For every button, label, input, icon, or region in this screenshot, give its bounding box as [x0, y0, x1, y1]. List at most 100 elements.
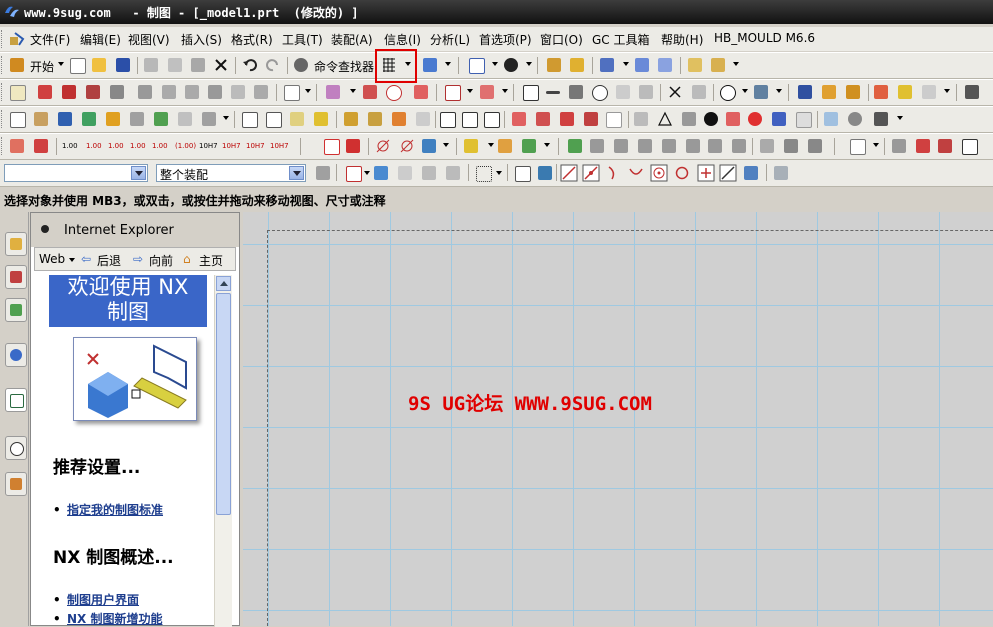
dim-radius-icon[interactable] [344, 137, 362, 155]
start-icon[interactable] [8, 56, 26, 74]
solid-icon[interactable] [420, 164, 438, 182]
shading-icon[interactable] [502, 56, 520, 74]
parts-list-icon[interactable] [963, 83, 981, 101]
drawing-canvas[interactable]: 9S UG论坛 WWW.9SUG.COM [243, 212, 993, 626]
trim-icon[interactable] [128, 110, 146, 128]
redo-icon[interactable] [264, 56, 282, 74]
fit-view-icon[interactable] [467, 56, 485, 74]
type-filter-dropdown[interactable] [4, 164, 148, 182]
menu-hb-mould[interactable]: HB_MOULD M6.6 [714, 31, 815, 45]
chevron-down-icon[interactable] [350, 89, 356, 93]
tolerance-limit[interactable]: 1.00 [152, 137, 172, 155]
history-tab[interactable] [5, 436, 27, 460]
start-button[interactable]: 开始 [30, 58, 54, 75]
menu-gc-toolbox[interactable]: GC 工具箱 [592, 31, 650, 48]
orient-icon[interactable] [568, 56, 586, 74]
note-icon[interactable] [521, 83, 539, 101]
text-style-icon[interactable] [796, 83, 814, 101]
color-icon[interactable] [820, 83, 838, 101]
extend-icon[interactable] [152, 110, 170, 128]
tolerance-unilateral-minus[interactable]: 1.00 [130, 137, 150, 155]
new-file-icon[interactable] [68, 56, 86, 74]
menu-format[interactable]: 格式(R) [231, 31, 273, 48]
new-sheet-icon[interactable] [8, 83, 26, 101]
intersection-icon[interactable] [412, 83, 430, 101]
analysis-icon[interactable] [709, 56, 727, 74]
menu-edit[interactable]: 编辑(E) [80, 31, 121, 48]
table-icon[interactable] [896, 83, 914, 101]
web-browser-tab[interactable] [5, 343, 27, 367]
zone-icon[interactable] [288, 110, 306, 128]
hole-table-icon[interactable] [872, 83, 890, 101]
menu-assembly[interactable]: 装配(A) [331, 31, 373, 48]
snap-line-icon[interactable] [560, 164, 578, 182]
drawing-tab[interactable] [5, 388, 27, 412]
view-3-icon[interactable] [482, 110, 500, 128]
section-view-icon[interactable] [108, 83, 126, 101]
command-finder-icon[interactable] [292, 56, 310, 74]
chevron-down-icon[interactable] [776, 89, 782, 93]
tolerance-bilateral[interactable]: 1.00 [86, 137, 106, 155]
back-arrow-icon[interactable]: ⇦ [81, 252, 91, 266]
half-section-icon[interactable] [136, 83, 154, 101]
sheet-body-icon[interactable] [444, 164, 462, 182]
rect-select-icon[interactable] [474, 164, 492, 182]
tolerance-unilateral-plus[interactable]: 1.00 [108, 137, 128, 155]
point-icon[interactable] [690, 83, 708, 101]
tolerance-reference[interactable]: (1.00) [175, 137, 196, 155]
scroll-thumb[interactable] [216, 293, 231, 515]
drafting-ui-link[interactable]: 制图用户界面 [53, 591, 139, 608]
snap-onpoint-icon[interactable] [719, 164, 737, 182]
set-drafting-standard-link[interactable]: 指定我的制图标准 [53, 501, 163, 518]
feature-control-icon[interactable] [366, 110, 384, 128]
base-view-icon[interactable] [36, 83, 54, 101]
hide-icon[interactable] [656, 56, 674, 74]
circle-slash-icon[interactable] [374, 137, 392, 155]
chevron-down-icon[interactable] [445, 62, 451, 66]
projected-view-icon[interactable] [60, 83, 78, 101]
zoom-icon[interactable] [590, 83, 608, 101]
drafting-new-features-link[interactable]: NX 制图新增功能 [53, 610, 162, 625]
chevron-down-icon[interactable] [467, 89, 473, 93]
fillet-icon[interactable] [104, 110, 122, 128]
pin-icon[interactable] [41, 225, 49, 233]
tolerance-fit[interactable]: 10H7 [199, 137, 221, 155]
back-button[interactable]: 后退 [97, 252, 121, 269]
chevron-down-icon[interactable] [364, 171, 370, 175]
chevron-down-icon[interactable] [502, 89, 508, 93]
chevron-down-icon[interactable] [69, 258, 75, 262]
cut-icon[interactable] [142, 56, 160, 74]
id-symbol-icon[interactable] [390, 110, 408, 128]
xyz-icon[interactable] [724, 110, 742, 128]
chevron-down-icon[interactable] [488, 143, 494, 147]
chevron-down-icon[interactable] [58, 62, 64, 66]
chevron-down-icon[interactable] [131, 166, 146, 180]
home-icon[interactable]: ⌂ [183, 252, 191, 266]
crosshatch-icon[interactable] [936, 137, 954, 155]
tolerance-none[interactable]: 1.00 [62, 137, 82, 155]
select-all-icon[interactable] [344, 164, 362, 182]
tolerance-fit-4[interactable]: 10H7 [270, 137, 292, 155]
offset-icon[interactable] [176, 110, 194, 128]
snap-point-icon[interactable] [697, 164, 715, 182]
area-fill-icon[interactable] [914, 137, 932, 155]
chevron-down-icon[interactable] [742, 89, 748, 93]
open-folder-icon[interactable] [90, 56, 108, 74]
menu-tools[interactable]: 工具(T) [282, 31, 323, 48]
tolerance-fit-2[interactable]: 10H7 [222, 137, 244, 155]
web-menu[interactable]: Web [39, 252, 65, 266]
roles-tab[interactable] [5, 472, 27, 496]
snap-endpoint-icon[interactable] [536, 164, 554, 182]
symbol-icon[interactable] [361, 83, 379, 101]
triangle-icon[interactable] [656, 110, 674, 128]
paste-icon[interactable] [189, 56, 207, 74]
chevron-down-icon[interactable] [492, 62, 498, 66]
scroll-up-icon[interactable] [216, 276, 231, 291]
break-out-icon[interactable] [206, 83, 224, 101]
chevron-down-icon[interactable] [443, 143, 449, 147]
toolbar-gripper[interactable] [1, 137, 5, 155]
sketch-icon[interactable] [8, 110, 26, 128]
snap-curve-icon[interactable] [604, 164, 622, 182]
datum-feature-icon[interactable] [342, 110, 360, 128]
chevron-down-icon[interactable] [496, 171, 502, 175]
